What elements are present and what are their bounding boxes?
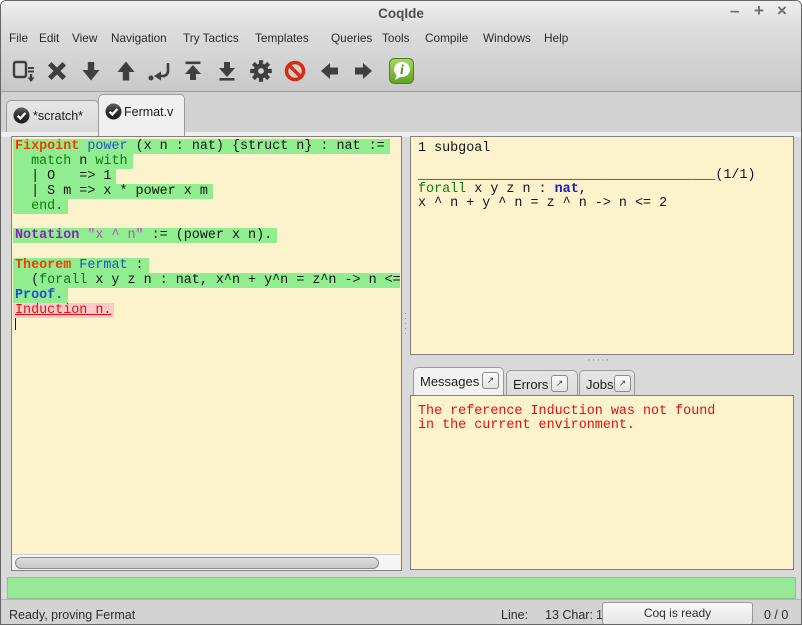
svg-text:i: i bbox=[400, 63, 404, 78]
